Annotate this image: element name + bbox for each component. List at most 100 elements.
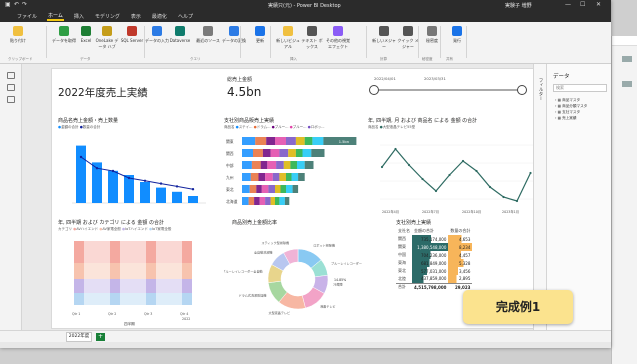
menu-item[interactable]: モデリング xyxy=(94,13,121,20)
v2-segment[interactable] xyxy=(304,137,313,145)
v2-segment[interactable] xyxy=(291,173,299,181)
visual6-matrix[interactable]: 支社名 金額の合計 数量の合計 関西 735,174,000 4,653 関東 1,380,5… xyxy=(396,227,473,291)
minimize-icon[interactable]: — xyxy=(565,1,571,8)
v1-bar[interactable] xyxy=(156,187,166,203)
v2-segment[interactable] xyxy=(272,173,280,181)
slicer-from[interactable]: 2022/04/01 xyxy=(374,76,396,81)
v2-segment[interactable] xyxy=(242,149,253,157)
v3-point[interactable] xyxy=(421,177,424,181)
v4-segment[interactable] xyxy=(182,241,192,263)
v2-segment[interactable] xyxy=(280,185,287,193)
v2-segment[interactable] xyxy=(302,149,312,157)
field-table[interactable]: › ▦ 売上実績 xyxy=(555,116,577,121)
v2-segment[interactable] xyxy=(276,161,284,169)
v2-segment[interactable] xyxy=(261,185,269,193)
ribbon-button[interactable]: 更新 xyxy=(248,26,272,44)
v3-point[interactable] xyxy=(380,165,384,169)
v4-segment[interactable] xyxy=(182,263,192,279)
v2-segment[interactable] xyxy=(312,137,324,145)
v2-segment[interactable] xyxy=(295,137,305,145)
visual1-chart[interactable] xyxy=(58,131,208,217)
page-tab[interactable]: 2022年度 xyxy=(66,332,92,342)
ribbon-button[interactable]: テキスト ボックス xyxy=(300,26,324,50)
v1-point[interactable] xyxy=(95,167,99,170)
slicer-to[interactable]: 2023/03/31 xyxy=(424,76,446,81)
v1-point[interactable] xyxy=(79,155,83,159)
v1-bar[interactable] xyxy=(76,145,86,203)
v2-segment[interactable] xyxy=(251,161,261,169)
v2-segment[interactable] xyxy=(259,197,266,205)
ribbon-button[interactable]: SQL Server xyxy=(120,26,144,43)
v1-point[interactable] xyxy=(159,182,163,185)
ribbon-button[interactable]: データの変換 xyxy=(222,26,246,44)
v4-segment[interactable] xyxy=(146,293,156,305)
v4-segment[interactable] xyxy=(110,279,120,293)
v2-segment[interactable] xyxy=(254,197,260,205)
ribbon-button[interactable]: その他の視覚エフェクト xyxy=(326,26,350,50)
field-table[interactable]: › ▦ 商品マスタ xyxy=(555,98,580,103)
matrix-row[interactable]: 中国 704,236,000 4,457 xyxy=(396,251,473,259)
menu-item[interactable]: 最適化 xyxy=(151,13,168,20)
v2-segment[interactable] xyxy=(286,173,292,181)
v2-segment[interactable] xyxy=(286,137,296,145)
slicer-handle-start[interactable] xyxy=(369,85,379,95)
ribbon-button[interactable]: 新しいビジュアル xyxy=(276,26,300,50)
visual3-chart[interactable]: 2022年4月 2022年7月 2022年10月 2023年1月 xyxy=(368,131,538,217)
menu-item[interactable]: 挿入 xyxy=(73,13,85,20)
v4-segment[interactable] xyxy=(146,241,156,263)
ribbon-button[interactable]: Dataverse xyxy=(168,26,192,43)
close-icon[interactable]: ✕ xyxy=(596,1,601,8)
v2-segment[interactable] xyxy=(279,173,286,181)
v2-segment[interactable] xyxy=(242,173,251,181)
ribbon-button[interactable]: クイック メジャー xyxy=(396,26,420,50)
ribbon-button[interactable]: OneLake データ ハブ xyxy=(95,26,119,50)
visual2-chart[interactable]: 関東関西中部九州東北北海道 1.5bn xyxy=(224,131,359,217)
ribbon-button[interactable]: 貼り付け xyxy=(6,26,30,44)
v2-segment[interactable] xyxy=(270,149,280,157)
v2-segment[interactable] xyxy=(279,197,285,205)
ribbon-button[interactable]: 新しいメジャー xyxy=(372,26,396,50)
v2-segment[interactable] xyxy=(242,161,252,169)
matrix-row[interactable]: 北陸 437,859,000 2,895 xyxy=(396,275,473,283)
undo-icon[interactable]: ↶ xyxy=(14,1,19,8)
v2-segment[interactable] xyxy=(304,161,314,169)
data-search-input[interactable]: 検索 xyxy=(553,84,607,92)
ribbon-button[interactable]: データを取得 xyxy=(52,26,76,44)
v2-segment[interactable] xyxy=(266,137,275,145)
v2-segment[interactable] xyxy=(295,149,303,157)
table-view-icon[interactable] xyxy=(7,84,15,91)
v4-segment[interactable] xyxy=(146,263,156,279)
visual4-chart[interactable]: Qtr 1 Qtr 2 Qtr 3 Qtr 42022 四半期 xyxy=(58,233,208,327)
matrix-row[interactable]: 関西 735,174,000 4,653 xyxy=(396,235,473,243)
v2-segment[interactable] xyxy=(253,149,263,157)
matrix-header-cell[interactable]: 数量の合計 xyxy=(448,227,472,235)
v2-segment[interactable] xyxy=(250,173,259,181)
v3-point[interactable] xyxy=(461,159,465,163)
matrix-header-cell[interactable]: 金額の合計 xyxy=(412,227,448,235)
v2-segment[interactable] xyxy=(267,161,277,169)
v4-segment[interactable] xyxy=(74,293,84,305)
field-table[interactable]: › ▦ 商品分類マスタ xyxy=(555,104,587,109)
v4-segment[interactable] xyxy=(146,279,156,293)
v2-segment[interactable] xyxy=(288,149,296,157)
v2-segment[interactable] xyxy=(298,173,305,181)
menu-item[interactable]: 表示 xyxy=(130,13,142,20)
date-slicer[interactable] xyxy=(368,83,528,97)
v2-segment[interactable] xyxy=(275,137,286,145)
v3-point[interactable] xyxy=(488,185,492,189)
v1-point[interactable] xyxy=(175,185,179,188)
redo-icon[interactable]: ↷ xyxy=(22,1,27,8)
v2-segment[interactable] xyxy=(242,197,249,205)
maximize-icon[interactable]: ☐ xyxy=(580,1,585,8)
v2-segment[interactable] xyxy=(265,197,271,205)
matrix-row[interactable]: 東海 681,849,000 5,328 xyxy=(396,259,473,267)
v1-point[interactable] xyxy=(143,179,147,182)
v4-segment[interactable] xyxy=(74,241,84,263)
v2-segment[interactable] xyxy=(283,161,291,169)
v3-point[interactable] xyxy=(407,163,411,167)
add-page-button[interactable]: + xyxy=(96,333,105,341)
v3-point[interactable] xyxy=(394,147,397,151)
matrix-row[interactable]: 東北 577,031,000 3,456 xyxy=(396,267,473,275)
v4-segment[interactable] xyxy=(110,263,120,279)
v1-bar[interactable] xyxy=(108,170,118,203)
